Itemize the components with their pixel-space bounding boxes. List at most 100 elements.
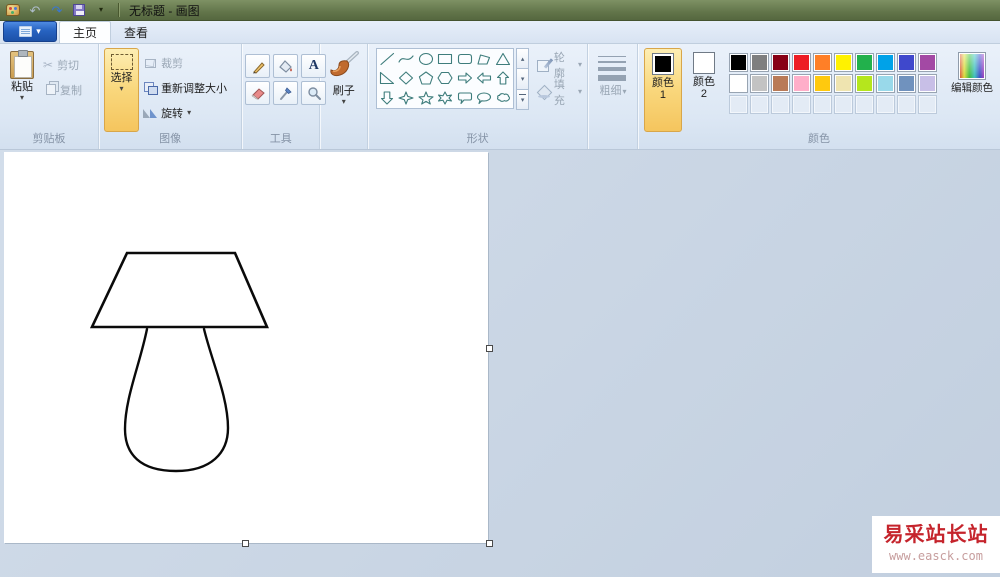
shape-right-arrow-icon[interactable] — [455, 69, 474, 89]
group-clipboard: 粘贴 ▾ ✂ 剪切 复制 剪贴板 — [0, 44, 100, 149]
color1-button[interactable]: 颜色1 — [643, 48, 682, 132]
drawing-canvas[interactable] — [4, 152, 488, 543]
palette-color-swatch[interactable] — [728, 53, 748, 72]
palette-color-swatch[interactable] — [833, 74, 853, 93]
shape-left-arrow-icon[interactable] — [474, 69, 493, 89]
palette-empty-slot[interactable] — [917, 95, 937, 114]
eraser-tool-button[interactable] — [245, 81, 271, 105]
chevron-down-icon: ▾ — [19, 93, 24, 102]
shape-rounded-callout-icon[interactable] — [455, 88, 474, 108]
shape-diamond-icon[interactable] — [397, 69, 416, 89]
rotate-button[interactable]: 旋转 ▾ — [141, 100, 229, 125]
palette-color-swatch[interactable] — [791, 53, 811, 72]
canvas-resize-handle-right[interactable] — [486, 345, 493, 352]
size-button[interactable]: 粗细▾ — [591, 56, 634, 98]
chevron-down-icon: ▾ — [341, 97, 346, 106]
shape-triangle-icon[interactable] — [494, 49, 513, 69]
brushes-button[interactable]: 刷子 ▾ — [323, 48, 364, 132]
color-picker-tool-button[interactable] — [273, 81, 299, 105]
palette-empty-slot[interactable] — [896, 95, 916, 114]
palette-color-swatch[interactable] — [875, 53, 895, 72]
shapes-scroll-up-button[interactable]: ▴ — [516, 48, 530, 70]
palette-color-swatch[interactable] — [791, 74, 811, 93]
tab-view[interactable]: 查看 — [111, 21, 161, 43]
shape-up-arrow-icon[interactable] — [494, 69, 513, 89]
cut-icon: ✂ — [43, 57, 54, 72]
group-label-colors: 颜色 — [807, 133, 830, 145]
palette-color-swatch[interactable] — [875, 74, 895, 93]
edit-colors-button[interactable]: 编辑颜色 — [947, 48, 997, 132]
palette-empty-slot[interactable] — [770, 95, 790, 114]
shape-down-arrow-icon[interactable] — [377, 88, 396, 108]
pencil-tool-button[interactable] — [245, 54, 271, 78]
shape-curve-icon[interactable] — [397, 49, 416, 69]
palette-empty-slot[interactable] — [791, 95, 811, 114]
shape-outline-button[interactable]: 轮廓 ▾ — [535, 52, 584, 80]
shape-cloud-callout-icon[interactable] — [494, 88, 513, 108]
chevron-down-icon: ▾ — [119, 84, 124, 93]
paste-button[interactable]: 粘贴 ▾ — [3, 48, 41, 132]
shape-hexagon-icon[interactable] — [435, 69, 454, 89]
shapes-more-button[interactable]: ▾ — [516, 88, 530, 110]
resize-button[interactable]: 重新调整大小 — [141, 75, 229, 100]
shapes-scrollbar: ▴ ▾ ▾ — [516, 48, 530, 110]
palette-empty-slot[interactable] — [749, 95, 769, 114]
shape-ellipse-icon[interactable] — [416, 49, 435, 69]
palette-empty-slot[interactable] — [812, 95, 832, 114]
paint-menu-button[interactable]: ▾ — [3, 21, 57, 42]
palette-color-swatch[interactable] — [917, 74, 937, 93]
palette-color-swatch[interactable] — [749, 53, 769, 72]
palette-color-swatch[interactable] — [896, 74, 916, 93]
copy-button[interactable]: 复制 — [41, 77, 84, 102]
shape-five-point-star-icon[interactable] — [416, 88, 435, 108]
group-label-image: 图像 — [159, 133, 182, 145]
color2-button[interactable]: 颜色2 — [685, 48, 723, 132]
shapes-scroll-down-button[interactable]: ▾ — [516, 68, 530, 90]
shape-fill-icon — [537, 85, 550, 98]
shape-rectangle-icon[interactable] — [435, 49, 454, 69]
chevron-down-icon: ▾ — [36, 26, 41, 36]
palette-empty-slot[interactable] — [833, 95, 853, 114]
palette-empty-slot[interactable] — [875, 95, 895, 114]
shape-fill-button[interactable]: 填充 ▾ — [535, 79, 584, 107]
shape-pentagon-icon[interactable] — [416, 69, 435, 89]
menu-icon — [19, 26, 33, 37]
palette-color-swatch[interactable] — [833, 53, 853, 72]
canvas-resize-handle-bottom[interactable] — [242, 540, 249, 547]
redo-button[interactable]: ↷ — [48, 2, 66, 18]
palette-color-swatch[interactable] — [854, 53, 874, 72]
brush-icon — [330, 51, 359, 77]
paste-icon — [10, 50, 34, 79]
shape-right-triangle-icon[interactable] — [377, 69, 396, 89]
palette-color-swatch[interactable] — [854, 74, 874, 93]
palette-empty-slot[interactable] — [854, 95, 874, 114]
chevron-down-icon: ▾ — [187, 107, 192, 117]
qat-customize-button[interactable]: ▾ — [92, 2, 110, 18]
paint-logo-icon[interactable] — [4, 2, 22, 18]
palette-color-swatch[interactable] — [770, 74, 790, 93]
tab-home[interactable]: 主页 — [59, 21, 112, 43]
shape-six-point-star-icon[interactable] — [435, 88, 454, 108]
palette-color-swatch[interactable] — [812, 74, 832, 93]
canvas-resize-handle-corner[interactable] — [486, 540, 493, 547]
palette-color-swatch[interactable] — [917, 53, 937, 72]
cut-button[interactable]: ✂ 剪切 — [41, 52, 84, 77]
ribbon: 粘贴 ▾ ✂ 剪切 复制 剪贴板 选择 ▾ 裁剪 重新调整大小 旋转 ▾ 图像 … — [0, 44, 1000, 150]
shape-four-point-star-icon[interactable] — [397, 88, 416, 108]
shape-rounded-rectangle-icon[interactable] — [455, 49, 474, 69]
palette-color-swatch[interactable] — [812, 53, 832, 72]
shape-line-icon[interactable] — [377, 49, 396, 69]
fill-tool-button[interactable] — [273, 54, 299, 78]
shape-oval-callout-icon[interactable] — [474, 88, 493, 108]
paint-window: ↶ ↷ ▾ 无标题 - 画图 ▾ 主页 查看 粘贴 ▾ ✂ 剪切 复制 剪贴板 … — [0, 0, 1000, 577]
palette-color-swatch[interactable] — [896, 53, 916, 72]
undo-button[interactable]: ↶ — [26, 2, 44, 18]
palette-color-swatch[interactable] — [749, 74, 769, 93]
palette-color-swatch[interactable] — [770, 53, 790, 72]
palette-color-swatch[interactable] — [728, 74, 748, 93]
crop-button[interactable]: 裁剪 — [141, 50, 229, 75]
palette-empty-slot[interactable] — [728, 95, 748, 114]
select-button[interactable]: 选择 ▾ — [104, 48, 140, 132]
shape-polygon-icon[interactable] — [474, 49, 493, 69]
save-button[interactable] — [70, 2, 88, 18]
